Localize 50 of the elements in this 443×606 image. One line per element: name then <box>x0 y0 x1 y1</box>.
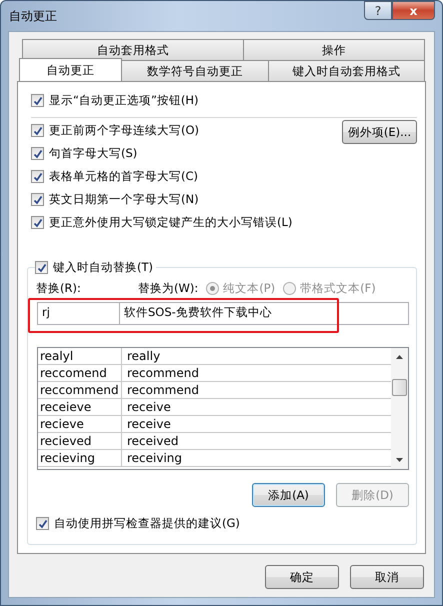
checkbox-label: 句首字母大写(S) <box>49 146 138 161</box>
tab[interactable]: 自动更正 <box>19 58 122 81</box>
checkbox[interactable] <box>31 124 44 137</box>
tab[interactable]: 键入时自动套用格式 <box>268 60 425 81</box>
checkbox-label: 更正意外使用大写锁定键产生的大小写错误(L) <box>49 215 292 230</box>
radio-label: 带格式文本(F) <box>300 281 376 296</box>
tab[interactable]: 操作 <box>243 39 425 60</box>
checkbox[interactable] <box>36 517 49 530</box>
checkbox-label: 显示“自动更正选项”按钮(H) <box>49 93 199 108</box>
table-cell-text: receive <box>126 417 171 431</box>
table-cell-text: recommend <box>126 366 199 380</box>
ok-button[interactable]: 确定 <box>265 565 339 589</box>
scroll-up-icon[interactable] <box>396 355 403 359</box>
table-cell-text: receiving <box>126 451 182 465</box>
checkbox-label: 更正前两个字母连续大写(O) <box>49 123 200 138</box>
checkbox-label: 键入时自动替换(T) <box>53 260 153 275</box>
table-cell-text: recommend <box>126 383 199 397</box>
field-label: 替换(R): <box>36 281 82 296</box>
scroll-thumb[interactable] <box>392 379 407 396</box>
table-cell: recieving <box>38 450 122 466</box>
table-cell: recieved <box>38 433 122 449</box>
table-cell: realyl <box>38 348 122 364</box>
scroll-down-icon[interactable] <box>396 458 403 462</box>
checkbox[interactable] <box>31 147 44 160</box>
checkbox-label: 表格单元格的首字母大写(C) <box>49 169 198 184</box>
checkbox[interactable] <box>31 193 44 206</box>
exceptions-button[interactable]: 例外项(E)... <box>342 120 417 144</box>
table-cell: recieve <box>38 416 122 432</box>
add-button[interactable]: 添加(A) <box>252 483 325 507</box>
checkbox-label: 自动使用拼写检查器提供的建议(G) <box>54 516 240 531</box>
table-cell: reccommend <box>38 382 122 398</box>
radio-label: 纯文本(P) <box>223 281 276 296</box>
table-cell-text: receive <box>126 400 171 414</box>
checkbox[interactable] <box>35 261 48 274</box>
table-cell-text: really <box>126 349 160 363</box>
checkbox-label: 英文日期第一个字母大写(N) <box>49 192 199 207</box>
checkbox[interactable] <box>31 170 44 183</box>
close-button[interactable]: x <box>392 1 435 20</box>
tab[interactable]: 数学符号自动更正 <box>121 60 269 81</box>
table-cell-text: received <box>126 434 178 448</box>
window-title: 自动更正 <box>8 8 57 24</box>
table-cell: reccomend <box>38 365 122 381</box>
tab[interactable]: 自动套用格式 <box>22 39 244 60</box>
scrollbar[interactable] <box>391 348 408 469</box>
field-label: 替换为(W): <box>138 281 198 296</box>
checkbox[interactable] <box>31 216 44 229</box>
cancel-button[interactable]: 取消 <box>350 565 424 589</box>
checkbox[interactable] <box>31 94 44 107</box>
help-button[interactable]: ? <box>364 1 392 20</box>
table-cell: receieve <box>38 399 122 415</box>
